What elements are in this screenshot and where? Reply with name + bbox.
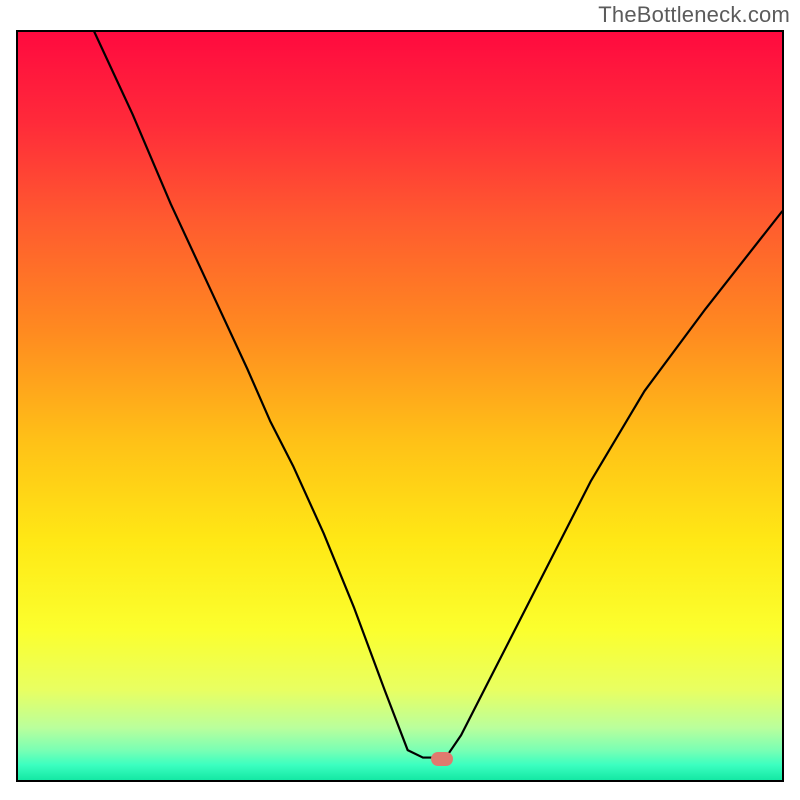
plot-area [16, 30, 784, 782]
chart-frame: TheBottleneck.com [0, 0, 800, 800]
bottleneck-curve [18, 32, 782, 780]
optimal-point-marker [431, 752, 453, 766]
watermark-text: TheBottleneck.com [598, 2, 790, 28]
